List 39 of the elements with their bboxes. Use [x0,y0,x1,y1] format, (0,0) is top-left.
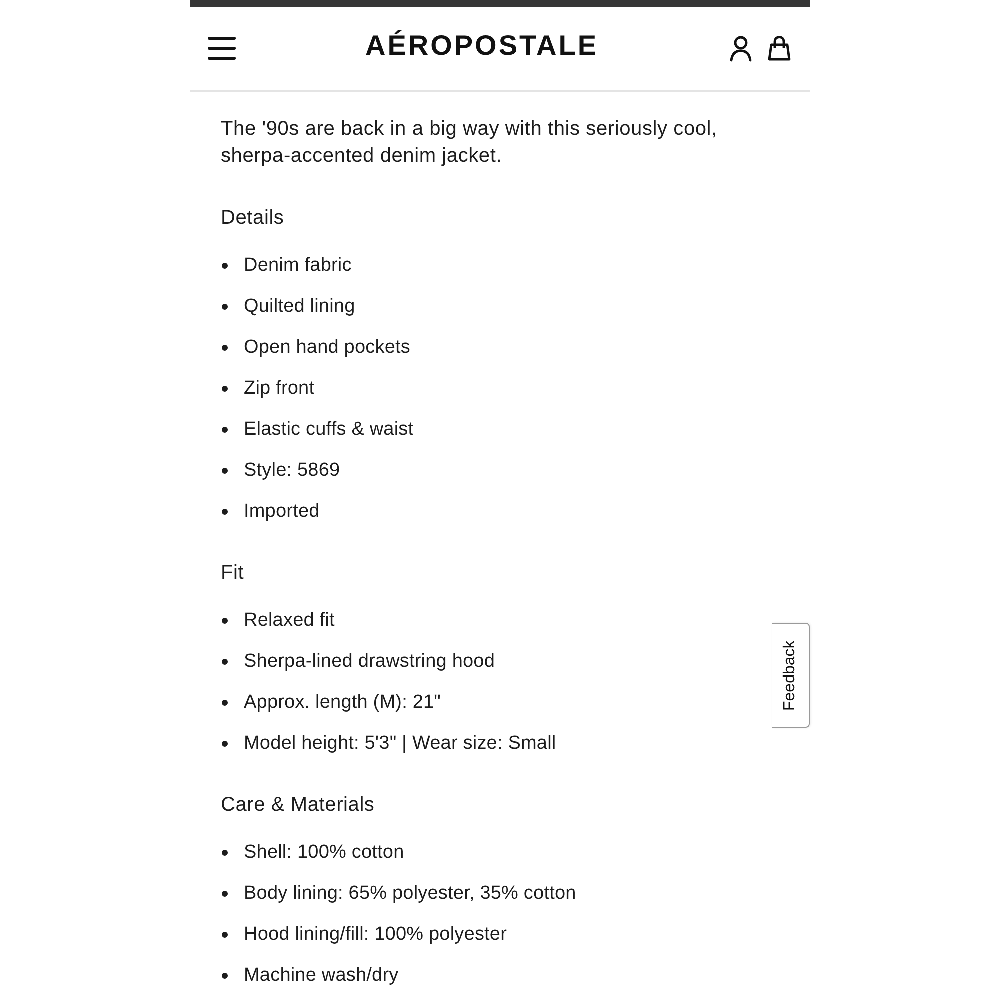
list-item: Elastic cuffs & waist [244,418,414,442]
menu-icon[interactable] [208,37,236,60]
bullet-icon [222,972,228,978]
bullet-icon [222,740,228,746]
shopping-bag-icon[interactable] [768,36,791,61]
list-item: Approx. length (M): 21" [244,691,442,715]
list-item: Open hand pockets [244,336,410,360]
list-item: Relaxed fit [244,609,335,633]
brand-logo[interactable]: AÉROPOSTALE [365,30,599,62]
bullet-icon [222,890,228,896]
account-icon[interactable] [730,36,752,62]
bullet-icon [222,658,228,664]
bullet-icon [222,618,228,624]
list-item: Model height: 5'3" | Wear size: Small [244,732,556,756]
list-item: Hood lining/fill: 100% polyester [244,923,508,947]
bullet-icon [222,700,228,706]
section-heading: Care & Materials [221,793,375,818]
list-item: Machine wash/dry [244,964,399,988]
list-item: Shell: 100% cotton [244,841,404,865]
product-description: The '90s are back in a big way with this seriously cool, sherpa-accented denim jacket. [221,117,718,169]
list-item: Quilted lining [244,295,356,319]
section-heading: Fit [221,561,244,586]
bullet-icon [222,468,228,474]
bullet-icon [222,426,228,432]
feedback-tab[interactable]: Feedback [772,623,810,728]
list-item: Denim fabric [244,254,352,278]
bullet-icon [222,508,228,514]
list-item: Zip front [244,377,315,401]
list-item: Imported [244,500,320,524]
bullet-icon [222,344,228,350]
bullet-icon [222,850,228,856]
list-item: Style: 5869 [244,459,340,483]
list-item: Sherpa-lined drawstring hood [244,650,496,674]
bullet-icon [222,262,228,268]
bullet-icon [222,304,228,310]
section-heading: Details [221,206,284,231]
bullet-icon [222,932,228,938]
list-item: Body lining: 65% polyester, 35% cotton [244,882,576,906]
bullet-icon [222,386,228,392]
